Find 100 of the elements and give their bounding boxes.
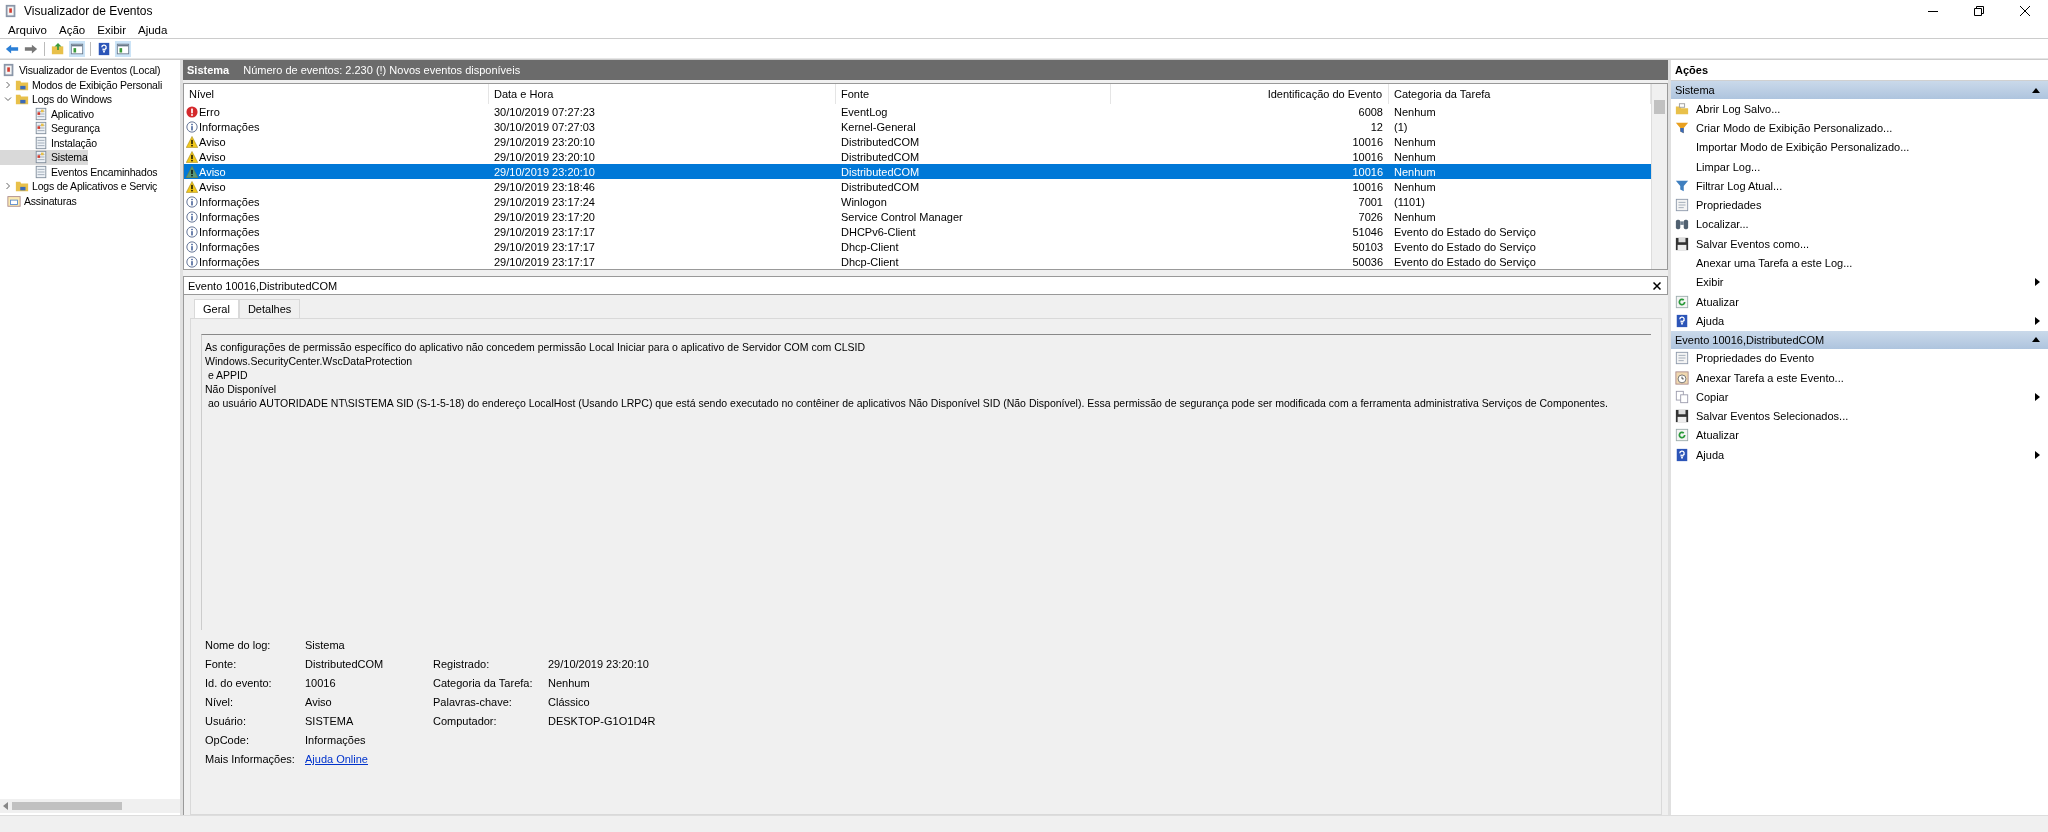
event-row[interactable]: Informações 29/10/2019 23:17:20 Service Control Manager 7026 Nenhum (184, 209, 1651, 224)
action-item[interactable]: Atualizar (1671, 425, 2048, 446)
action-item[interactable]: Salvar Eventos como... (1671, 234, 2048, 254)
menu-item[interactable]: Arquivo (8, 24, 47, 36)
table-cell: Nenhum (1394, 135, 1436, 148)
event-row[interactable]: Informações 30/10/2019 07:27:03 Kernel-General 12 (1) (184, 119, 1651, 134)
table-cell: Aviso (199, 135, 226, 148)
help-icon[interactable] (96, 40, 112, 57)
event-row[interactable]: Informações 29/10/2019 23:17:24 Winlogon 7001 (1101) (184, 194, 1651, 209)
column-header[interactable]: Identificação do Evento (1111, 84, 1389, 104)
table-cell: Aviso (199, 165, 226, 178)
action-item[interactable]: Propriedades do Evento (1671, 348, 2048, 368)
table-cell: 50103 (1352, 240, 1383, 253)
table-cell: 10016 (1352, 150, 1383, 163)
event-count: Número de eventos: 2.230 (!) Novos eventos disponíveis (243, 64, 521, 76)
property-label: Nome do log: (205, 638, 272, 652)
table-cell: 7001 (1358, 195, 1383, 208)
event-row[interactable]: Informações 29/10/2019 23:17:17 DHCPv6-Client 51046 Evento do Estado do Serviço (184, 224, 1651, 239)
table-cell: 29/10/2019 23:20:10 (494, 150, 595, 163)
tree-item[interactable]: Sistema (0, 150, 88, 165)
table-cell: 30/10/2019 07:27:23 (494, 105, 595, 118)
log-icon (34, 135, 48, 150)
action-item[interactable]: Salvar Eventos Selecionados... (1671, 406, 2048, 426)
log-icon (34, 150, 48, 165)
table-cell: DistributedCOM (841, 180, 920, 193)
tab[interactable]: Geral (194, 299, 239, 318)
table-cell: Erro (199, 105, 220, 118)
action-item[interactable]: Limpar Log... (1671, 156, 2048, 177)
event-row[interactable]: Aviso 29/10/2019 23:20:10 DistributedCOM 10016 Nenhum (184, 149, 1651, 164)
menu-item[interactable]: Ajuda (138, 24, 168, 36)
info-icon (186, 210, 198, 223)
menu-item[interactable]: Exibir (97, 24, 126, 36)
folder-up-icon[interactable] (50, 40, 66, 57)
action-item[interactable]: Ajuda (1671, 311, 2048, 331)
tree-item[interactable]: Visualizador de Eventos (Local) (0, 63, 161, 78)
table-cell: 29/10/2019 23:17:17 (494, 225, 595, 238)
action-item[interactable]: Criar Modo de Exibição Personalizado... (1671, 118, 2048, 138)
table-cell: (1101) (1394, 195, 1425, 208)
table-cell: 10016 (1352, 165, 1383, 178)
event-row[interactable]: Aviso 29/10/2019 23:20:10 DistributedCOM 10016 Nenhum (184, 134, 1651, 149)
table-cell: 29/10/2019 23:20:10 (494, 135, 595, 148)
close-icon[interactable] (1653, 281, 1661, 290)
scrollbar[interactable] (0, 799, 180, 813)
warning-icon (186, 135, 198, 148)
action-item[interactable]: Copiar (1671, 387, 2048, 407)
action-item[interactable]: Anexar uma Tarefa a este Log... (1671, 253, 2048, 273)
event-row[interactable]: Aviso 29/10/2019 23:20:10 DistributedCOM 10016 Nenhum (184, 164, 1651, 179)
column-header[interactable]: Nível (184, 84, 489, 104)
submenu-arrow-icon (2035, 278, 2040, 287)
tree-item[interactable]: Instalação (0, 135, 97, 150)
tree-item[interactable]: Logs do Windows (0, 92, 112, 107)
action-item[interactable]: Importar Modo de Exibição Personalizado... (1671, 137, 2048, 157)
action-item[interactable]: Atualizar (1671, 291, 2048, 312)
table-cell: Aviso (199, 180, 226, 193)
table-cell: Aviso (199, 150, 226, 163)
close-icon[interactable] (2020, 6, 2030, 16)
tree-item[interactable]: Aplicativo (0, 106, 94, 121)
column-header[interactable]: Data e Hora (489, 84, 836, 104)
scrollbar[interactable] (1651, 84, 1667, 269)
action-item[interactable]: Exibir (1671, 272, 2048, 292)
table-cell: 12 (1370, 120, 1383, 133)
log-icon (34, 121, 48, 136)
pane-icon[interactable] (115, 40, 131, 57)
scroll-arrow-icon[interactable] (3, 802, 8, 810)
event-row[interactable]: Aviso 29/10/2019 23:18:46 DistributedCOM 10016 Nenhum (184, 179, 1651, 194)
table-cell: 29/10/2019 23:18:46 (494, 180, 595, 193)
action-item[interactable]: Propriedades (1671, 195, 2048, 215)
property-value: Informações (305, 733, 367, 747)
tree-item[interactable]: Segurança (0, 121, 100, 136)
section-header[interactable]: Evento 10016,DistributedCOM (1671, 330, 2048, 349)
help-link[interactable]: Ajuda Online (305, 753, 368, 765)
tree-item[interactable]: Eventos Encaminhados (0, 164, 158, 179)
collapse-icon[interactable] (2032, 337, 2040, 343)
section-title: Sistema (1675, 84, 1715, 96)
tab[interactable]: Detalhes (238, 299, 301, 318)
table-cell: Informações (199, 240, 260, 253)
table-cell: 29/10/2019 23:17:17 (494, 240, 595, 253)
column-header[interactable]: Fonte (836, 84, 1111, 104)
restore-icon[interactable] (1974, 6, 1984, 16)
tree-item[interactable]: Logs de Aplicativos e Serviç (0, 179, 158, 194)
action-item[interactable]: Ajuda (1671, 445, 2048, 465)
section-title: Evento 10016,DistributedCOM (1675, 333, 1825, 346)
action-item[interactable]: Localizar... (1671, 214, 2048, 235)
pane-icon[interactable] (69, 40, 85, 57)
property-value: Sistema (305, 638, 346, 652)
folder-icon (15, 179, 29, 194)
event-row[interactable]: Informações 29/10/2019 23:17:17 Dhcp-Client 50036 Evento do Estado do Serviço (184, 254, 1651, 269)
collapse-icon[interactable] (2032, 87, 2040, 93)
menu-item[interactable]: Ação (59, 24, 86, 36)
table-cell: EventLog (841, 105, 888, 118)
action-item[interactable]: Filtrar Log Atual... (1671, 176, 2048, 196)
event-row[interactable]: Erro 30/10/2019 07:27:23 EventLog 6008 Nenhum (184, 104, 1651, 119)
tree-item[interactable]: Modos de Exibição Personali (0, 77, 162, 92)
table-cell: Dhcp-Client (841, 240, 899, 253)
section-header[interactable]: Sistema (1671, 81, 2048, 99)
tree-item[interactable]: Assinaturas (0, 193, 77, 208)
table-cell: 50036 (1352, 255, 1383, 268)
action-item[interactable]: Anexar Tarefa a este Evento... (1671, 367, 2048, 388)
action-item[interactable]: Abrir Log Salvo... (1671, 99, 2048, 119)
event-row[interactable]: Informações 29/10/2019 23:17:17 Dhcp-Client 50103 Evento do Estado do Serviço (184, 239, 1651, 254)
